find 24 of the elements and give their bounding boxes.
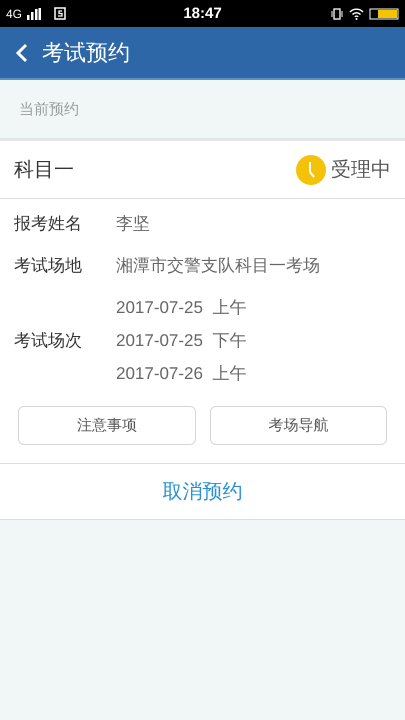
vibrate-icon — [330, 8, 344, 20]
battery-icon — [369, 8, 399, 20]
wifi-icon — [349, 8, 364, 20]
section-label: 当前预约 — [19, 100, 79, 118]
signal-icon — [27, 8, 42, 20]
cancel-link[interactable]: 取消预约 — [162, 478, 242, 505]
field-label: 考试场地 — [14, 255, 83, 277]
action-button[interactable]: 考场导航 — [210, 406, 387, 445]
subject-title: 科目一 — [14, 158, 75, 183]
field-label: 考试场次 — [14, 330, 83, 352]
action-button[interactable]: 注意事项 — [18, 406, 196, 445]
network-label: 4G — [6, 6, 22, 20]
field-value: 2017-07-25 上午 — [116, 297, 246, 319]
field-value: 湘潭市交警支队科目一考场 — [116, 255, 320, 277]
clock-time: 18:47 — [183, 5, 222, 22]
sim-icon — [54, 7, 66, 20]
page-title: 考试预约 — [42, 38, 130, 66]
back-icon[interactable] — [16, 42, 28, 62]
field-label: 报考姓名 — [14, 213, 83, 235]
field-value: 2017-07-25 下午 — [116, 330, 246, 352]
field-value: 李坚 — [116, 213, 150, 235]
field-value: 2017-07-26 上午 — [116, 363, 246, 385]
clock-icon — [296, 154, 326, 184]
status-label: 受理中 — [331, 158, 391, 183]
